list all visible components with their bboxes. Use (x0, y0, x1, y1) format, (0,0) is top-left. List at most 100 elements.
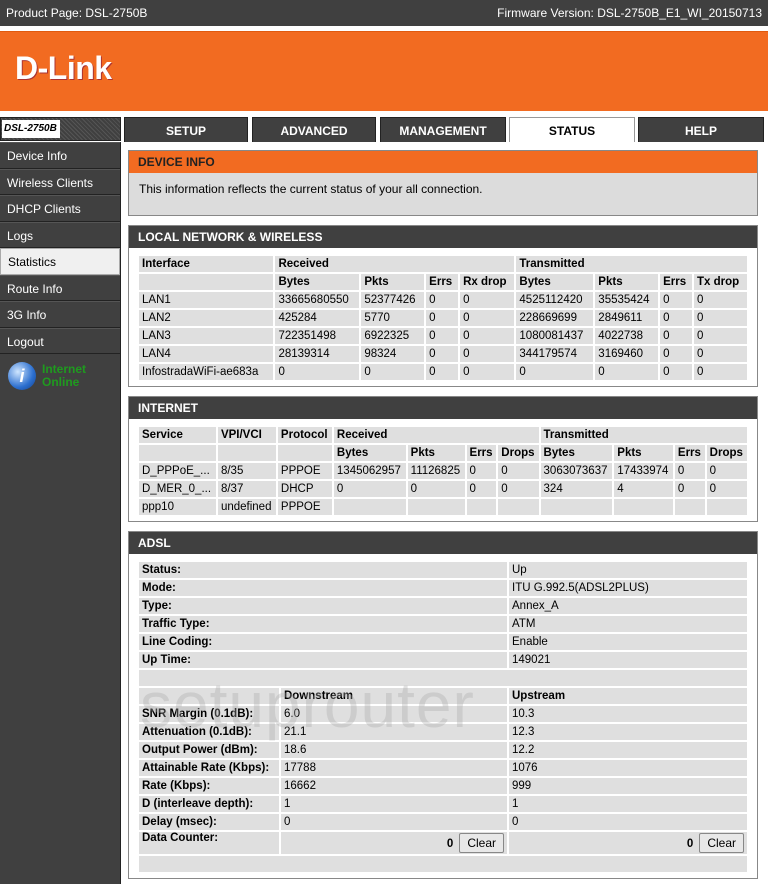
table-cell: 0 (660, 364, 693, 380)
table-cell: 12.2 (509, 742, 747, 758)
table-cell: 16662 (281, 778, 507, 794)
banner: D-Link (0, 31, 768, 111)
table-row: Output Power (dBm): 18.6 12.2 (139, 742, 747, 758)
clear-down-button[interactable]: Clear (459, 833, 504, 853)
sidebar-item-logs[interactable]: Logs (0, 221, 120, 248)
top-bar: Product Page: DSL-2750B Firmware Version… (0, 0, 768, 26)
table-cell (139, 688, 279, 704)
table-cell: Mode: (139, 580, 507, 596)
table-cell: Drops (706, 445, 747, 461)
table-row: LAN4 28139314 98324 0 0 344179574 3169460 0 0 (139, 346, 747, 362)
table-cell: 0 (426, 292, 459, 308)
table-cell: 5770 (361, 310, 425, 326)
table-cell: 0 (694, 346, 747, 362)
table-cell: Line Coding: (139, 634, 507, 650)
table-cell: 1 (281, 796, 507, 812)
table-cell: Interface (139, 256, 274, 272)
table-row: Mode: ITU G.992.5(ADSL2PLUS) (139, 580, 747, 596)
table-cell: 0 (694, 364, 747, 380)
dlink-logo: D-Link (15, 50, 112, 86)
table-cell: LAN4 (139, 346, 274, 362)
data-counter-up: 0 Clear (509, 832, 747, 854)
adsl-section: ADSL Status: Up Mode: ITU G.992.5(ADSL2PLUS… (128, 531, 758, 879)
table-cell: 0 (674, 481, 705, 497)
internet-table: Service VPI/VCI Protocol Received Transmitte… (137, 425, 749, 517)
table-cell (277, 445, 332, 461)
nav-tabs: DSL-2750B SETUP ADVANCED MANAGEMENT STATUS H… (0, 117, 768, 142)
table-cell: 999 (509, 778, 747, 794)
sidebar: Device Info Wireless Clients DHCP Clients L… (0, 142, 121, 884)
section-title: LOCAL NETWORK & WIRELESS (129, 226, 757, 248)
sidebar-item-wireless-clients[interactable]: Wireless Clients (0, 168, 120, 195)
tab-management[interactable]: MANAGEMENT (380, 117, 506, 142)
table-cell: 0 (460, 346, 515, 362)
table-cell (706, 499, 747, 515)
header-row: Interface Received Transmitted (139, 256, 747, 272)
table-cell: 0 (660, 328, 693, 344)
table-cell: D (interleave depth): (139, 796, 279, 812)
table-cell: 1 (509, 796, 747, 812)
tab-status[interactable]: STATUS (509, 117, 635, 142)
table-cell: Errs (660, 274, 693, 290)
table-cell: 4 (614, 481, 673, 497)
table-cell: Status: (139, 562, 507, 578)
table-cell: 21.1 (281, 724, 507, 740)
local-network-table: Interface Received Transmitted Bytes Pkts Err… (137, 254, 749, 382)
table-cell: 3063073637 (540, 463, 613, 479)
table-cell: Rx drop (460, 274, 515, 290)
table-cell: Errs (674, 445, 705, 461)
table-cell: 324 (540, 481, 613, 497)
table-cell: 6.0 (281, 706, 507, 722)
table-cell: InfostradaWiFi-ae683a (139, 364, 274, 380)
table-row: Attainable Rate (Kbps): 17788 1076 (139, 760, 747, 776)
table-cell: DHCP (277, 481, 332, 497)
table-cell: 1080081437 (516, 328, 594, 344)
sidebar-item-route-info[interactable]: Route Info (0, 274, 120, 301)
table-cell: 0 (460, 292, 515, 308)
adsl-table: Status: Up Mode: ITU G.992.5(ADSL2PLUS) Type… (137, 560, 749, 874)
table-cell: 0 (706, 481, 747, 497)
table-cell: Enable (509, 634, 747, 650)
table-cell: 425284 (275, 310, 360, 326)
table-cell: Bytes (333, 445, 406, 461)
table-row: SNR Margin (0.1dB): 6.0 10.3 (139, 706, 747, 722)
sidebar-item-logout[interactable]: Logout (0, 327, 120, 354)
clear-up-button[interactable]: Clear (699, 833, 744, 853)
table-cell: 0 (361, 364, 425, 380)
data-counter-down: 0 Clear (281, 832, 507, 854)
table-cell: 0 (694, 310, 747, 326)
table-cell: VPI/VCI (217, 427, 276, 443)
table-cell: Rate (Kbps): (139, 778, 279, 794)
table-cell: 0 (660, 310, 693, 326)
tab-setup[interactable]: SETUP (124, 117, 248, 142)
table-cell: 0 (426, 346, 459, 362)
section-title: ADSL (129, 532, 757, 554)
sidebar-item-device-info[interactable]: Device Info (0, 142, 120, 169)
table-cell: 4022738 (595, 328, 659, 344)
table-cell: ppp10 (139, 499, 216, 515)
table-cell: undefined (217, 499, 276, 515)
header-row: Bytes Pkts Errs Rx drop Bytes Pkts Errs Tx drop (139, 274, 747, 290)
table-cell: D_PPPoE_... (139, 463, 216, 479)
section-title: DEVICE INFO (129, 151, 757, 173)
table-cell: 98324 (361, 346, 425, 362)
tab-help[interactable]: HELP (638, 117, 764, 142)
table-cell: Upstream (509, 688, 747, 704)
local-network-section: LOCAL NETWORK & WIRELESS Interface Receiv… (128, 225, 758, 387)
table-cell: ITU G.992.5(ADSL2PLUS) (509, 580, 747, 596)
sidebar-item-3g-info[interactable]: 3G Info (0, 301, 120, 328)
table-cell: 2849611 (595, 310, 659, 326)
table-row: Attenuation (0.1dB): 21.1 12.3 (139, 724, 747, 740)
table-row: Type: Annex_A (139, 598, 747, 614)
sidebar-item-statistics[interactable]: Statistics (0, 248, 120, 275)
table-row: LAN1 33665680550 52377426 0 0 4525112420 35535… (139, 292, 747, 308)
sidebar-item-dhcp-clients[interactable]: DHCP Clients (0, 195, 120, 222)
table-cell: 0 (694, 292, 747, 308)
table-cell: 0 (706, 463, 747, 479)
tab-advanced[interactable]: ADVANCED (252, 117, 376, 142)
table-cell: 0 (595, 364, 659, 380)
table-cell (333, 499, 406, 515)
table-cell: Pkts (614, 445, 673, 461)
status-line: Online (42, 375, 80, 389)
table-cell: 0 (426, 310, 459, 326)
